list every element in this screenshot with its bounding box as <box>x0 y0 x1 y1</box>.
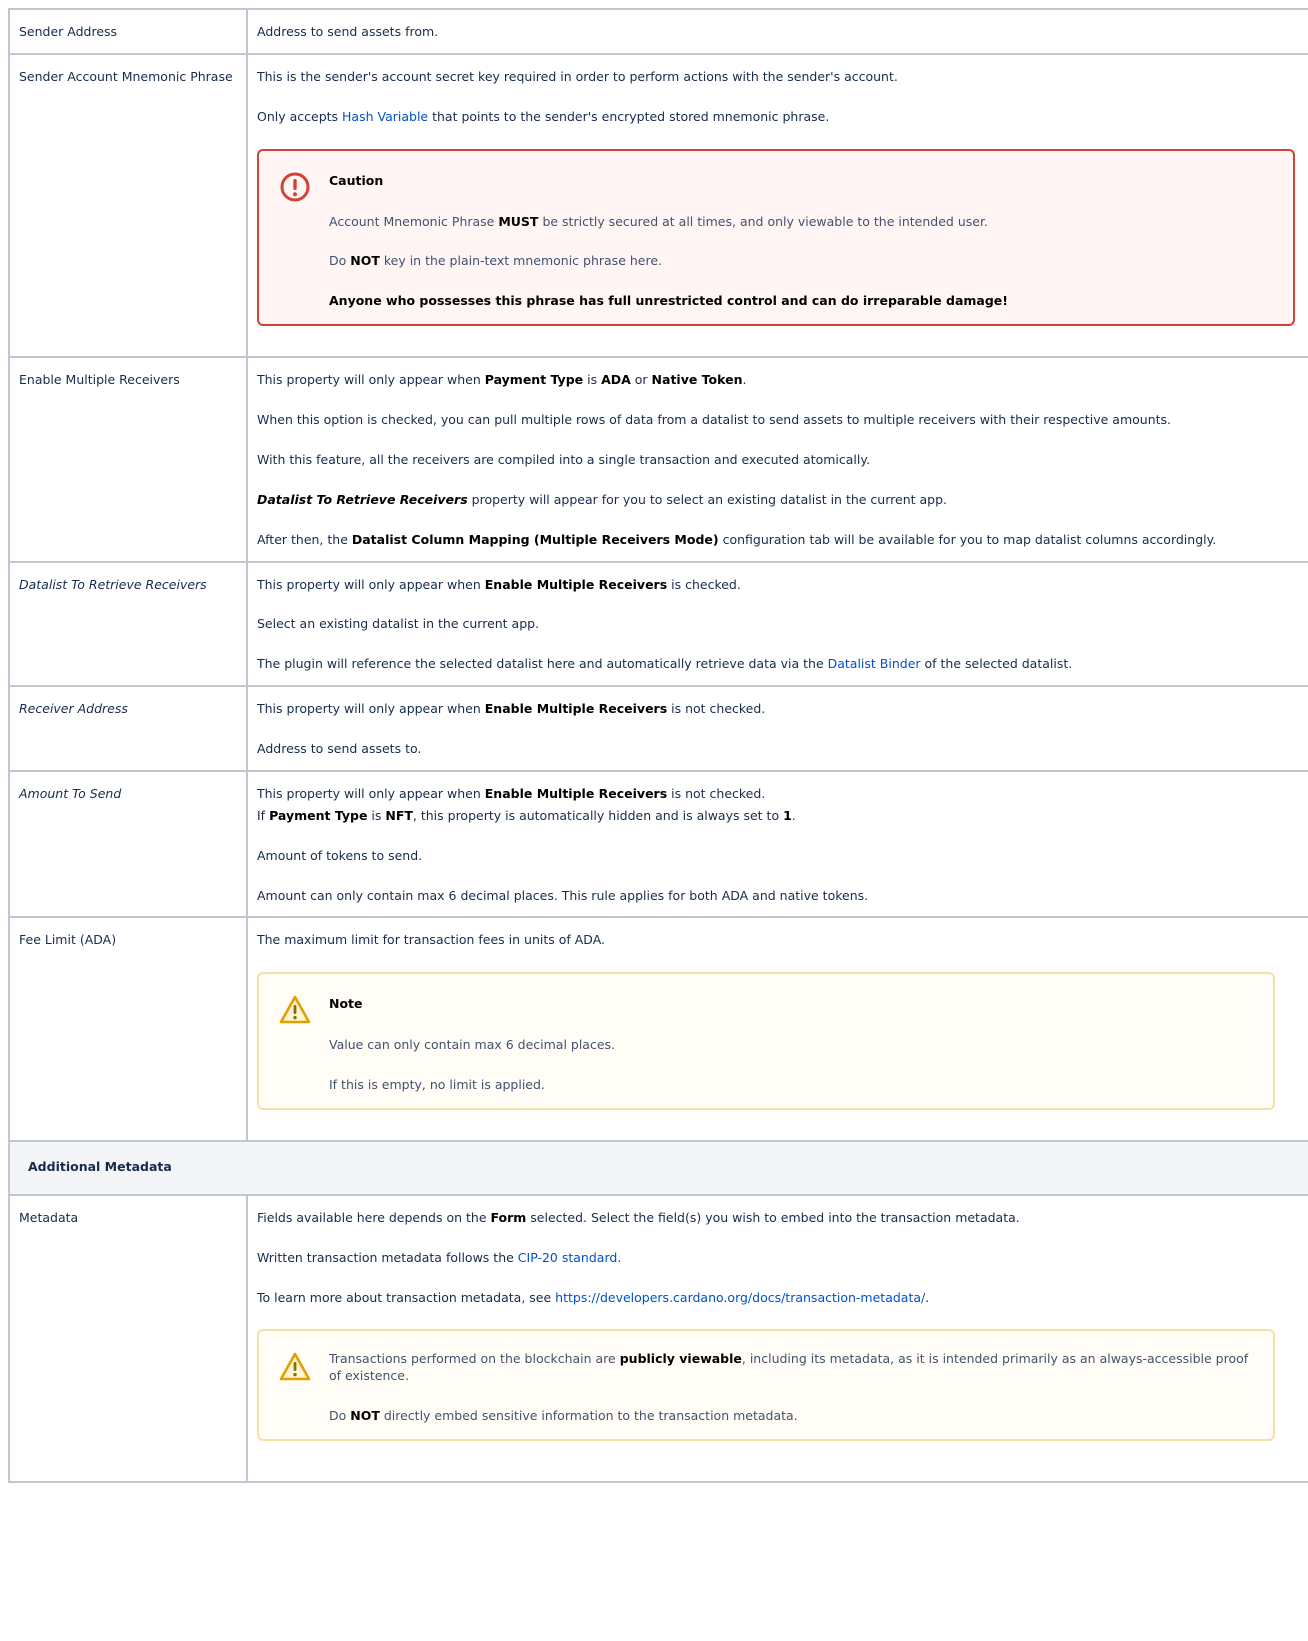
exclamation-circle-icon <box>279 171 311 203</box>
property-description: Fields available here depends on the For… <box>246 1193 1308 1484</box>
description-text: When this option is checked, you can pul… <box>257 412 1172 427</box>
description-text: Select an existing datalist in the curre… <box>257 616 540 632</box>
cardano-metadata-docs-link[interactable]: https://developers.cardano.org/docs/tran… <box>555 1290 925 1305</box>
hash-variable-link[interactable]: Hash Variable <box>342 109 428 124</box>
description-text: If Payment Type is NFT, this property is… <box>257 807 796 823</box>
panel-title: Caution <box>329 172 384 188</box>
description-text: Address to send assets to. <box>257 741 422 756</box>
panel-text: Account Mnemonic Phrase MUST be strictly… <box>329 213 988 229</box>
property-description: Address to send assets from. <box>246 8 1308 55</box>
table-row: Receiver Address This property will only… <box>8 685 1308 772</box>
property-name: Sender Address <box>8 8 248 55</box>
table-row: Sender Account Mnemonic Phrase This is t… <box>8 52 1308 359</box>
description-text: The maximum limit for transaction fees i… <box>257 932 606 948</box>
panel-title: Note <box>329 996 363 1012</box>
property-description: This property will only appear when Paym… <box>246 356 1308 563</box>
description-text: The plugin will reference the selected d… <box>257 656 1073 672</box>
description-text: This property will only appear when Paym… <box>257 372 747 388</box>
panel-text: Anyone who possesses this phrase has ful… <box>329 293 1008 309</box>
description-text: This property will only appear when Enab… <box>257 785 766 801</box>
description-text: After then, the Datalist Column Mapping … <box>257 531 1217 547</box>
panel-text: Value can only contain max 6 decimal pla… <box>329 1037 616 1053</box>
warning-triangle-icon <box>279 994 311 1026</box>
property-description: This property will only appear when Enab… <box>246 769 1308 919</box>
description-text: This is the sender's account secret key … <box>257 68 898 84</box>
description-text: Written transaction metadata follows the… <box>257 1249 622 1265</box>
description-text: To learn more about transaction metadata… <box>257 1289 930 1305</box>
panel-text: If this is empty, no limit is applied. <box>329 1077 545 1092</box>
document-page: Sender Address Address to send assets fr… <box>0 0 1308 1641</box>
property-name: Fee Limit (ADA) <box>8 916 248 1142</box>
description-text: Address to send assets from. <box>257 24 439 39</box>
table-row: Fee Limit (ADA) The maximum limit for tr… <box>8 916 1308 1142</box>
description-text: This property will only appear when Enab… <box>257 576 741 592</box>
properties-table: Sender Address Address to send assets fr… <box>8 8 1308 1484</box>
description-text: Amount can only contain max 6 decimal pl… <box>257 887 869 903</box>
description-text: Only accepts Hash Variable that points t… <box>257 108 830 124</box>
panel-text: Do NOT key in the plain-text mnemonic ph… <box>329 253 663 269</box>
warning-triangle-icon <box>279 1351 311 1383</box>
caution-panel: Caution Account Mnemonic Phrase MUST be … <box>257 148 1295 327</box>
description-text: This property will only appear when Enab… <box>257 701 766 717</box>
property-name: Enable Multiple Receivers <box>8 356 248 563</box>
table-row: Metadata Fields available here depends o… <box>8 1193 1308 1484</box>
section-title: Additional Metadata <box>8 1139 1308 1196</box>
cip20-standard-link[interactable]: CIP-20 standard <box>518 1250 618 1265</box>
table-row: Additional Metadata <box>8 1139 1308 1196</box>
datalist-binder-link[interactable]: Datalist Binder <box>828 656 921 671</box>
note-panel: Note Value can only contain max 6 decima… <box>257 972 1275 1110</box>
property-name: Receiver Address <box>8 685 248 772</box>
table-row: Datalist To Retrieve Receivers This prop… <box>8 560 1308 688</box>
property-description: The maximum limit for transaction fees i… <box>246 916 1308 1142</box>
description-text: Fields available here depends on the For… <box>257 1209 1020 1225</box>
property-name: Sender Account Mnemonic Phrase <box>8 52 248 359</box>
property-description: This is the sender's account secret key … <box>246 52 1308 359</box>
property-name: Metadata <box>8 1193 248 1484</box>
property-description: This property will only appear when Enab… <box>246 685 1308 772</box>
property-description: This property will only appear when Enab… <box>246 560 1308 688</box>
warning-panel: Transactions performed on the blockchain… <box>257 1329 1275 1441</box>
property-name: Amount To Send <box>8 769 248 919</box>
panel-text: Transactions performed on the blockchain… <box>329 1351 1249 1384</box>
description-text: Amount of tokens to send. <box>257 847 423 863</box>
property-name: Datalist To Retrieve Receivers <box>8 560 248 688</box>
table-row: Enable Multiple Receivers This property … <box>8 356 1308 563</box>
table-row: Amount To Send This property will only a… <box>8 769 1308 919</box>
table-row: Sender Address Address to send assets fr… <box>8 8 1308 55</box>
description-text: Datalist To Retrieve Receivers property … <box>257 491 947 507</box>
panel-text: Do NOT directly embed sensitive informat… <box>329 1408 798 1424</box>
description-text: With this feature, all the receivers are… <box>257 451 870 467</box>
